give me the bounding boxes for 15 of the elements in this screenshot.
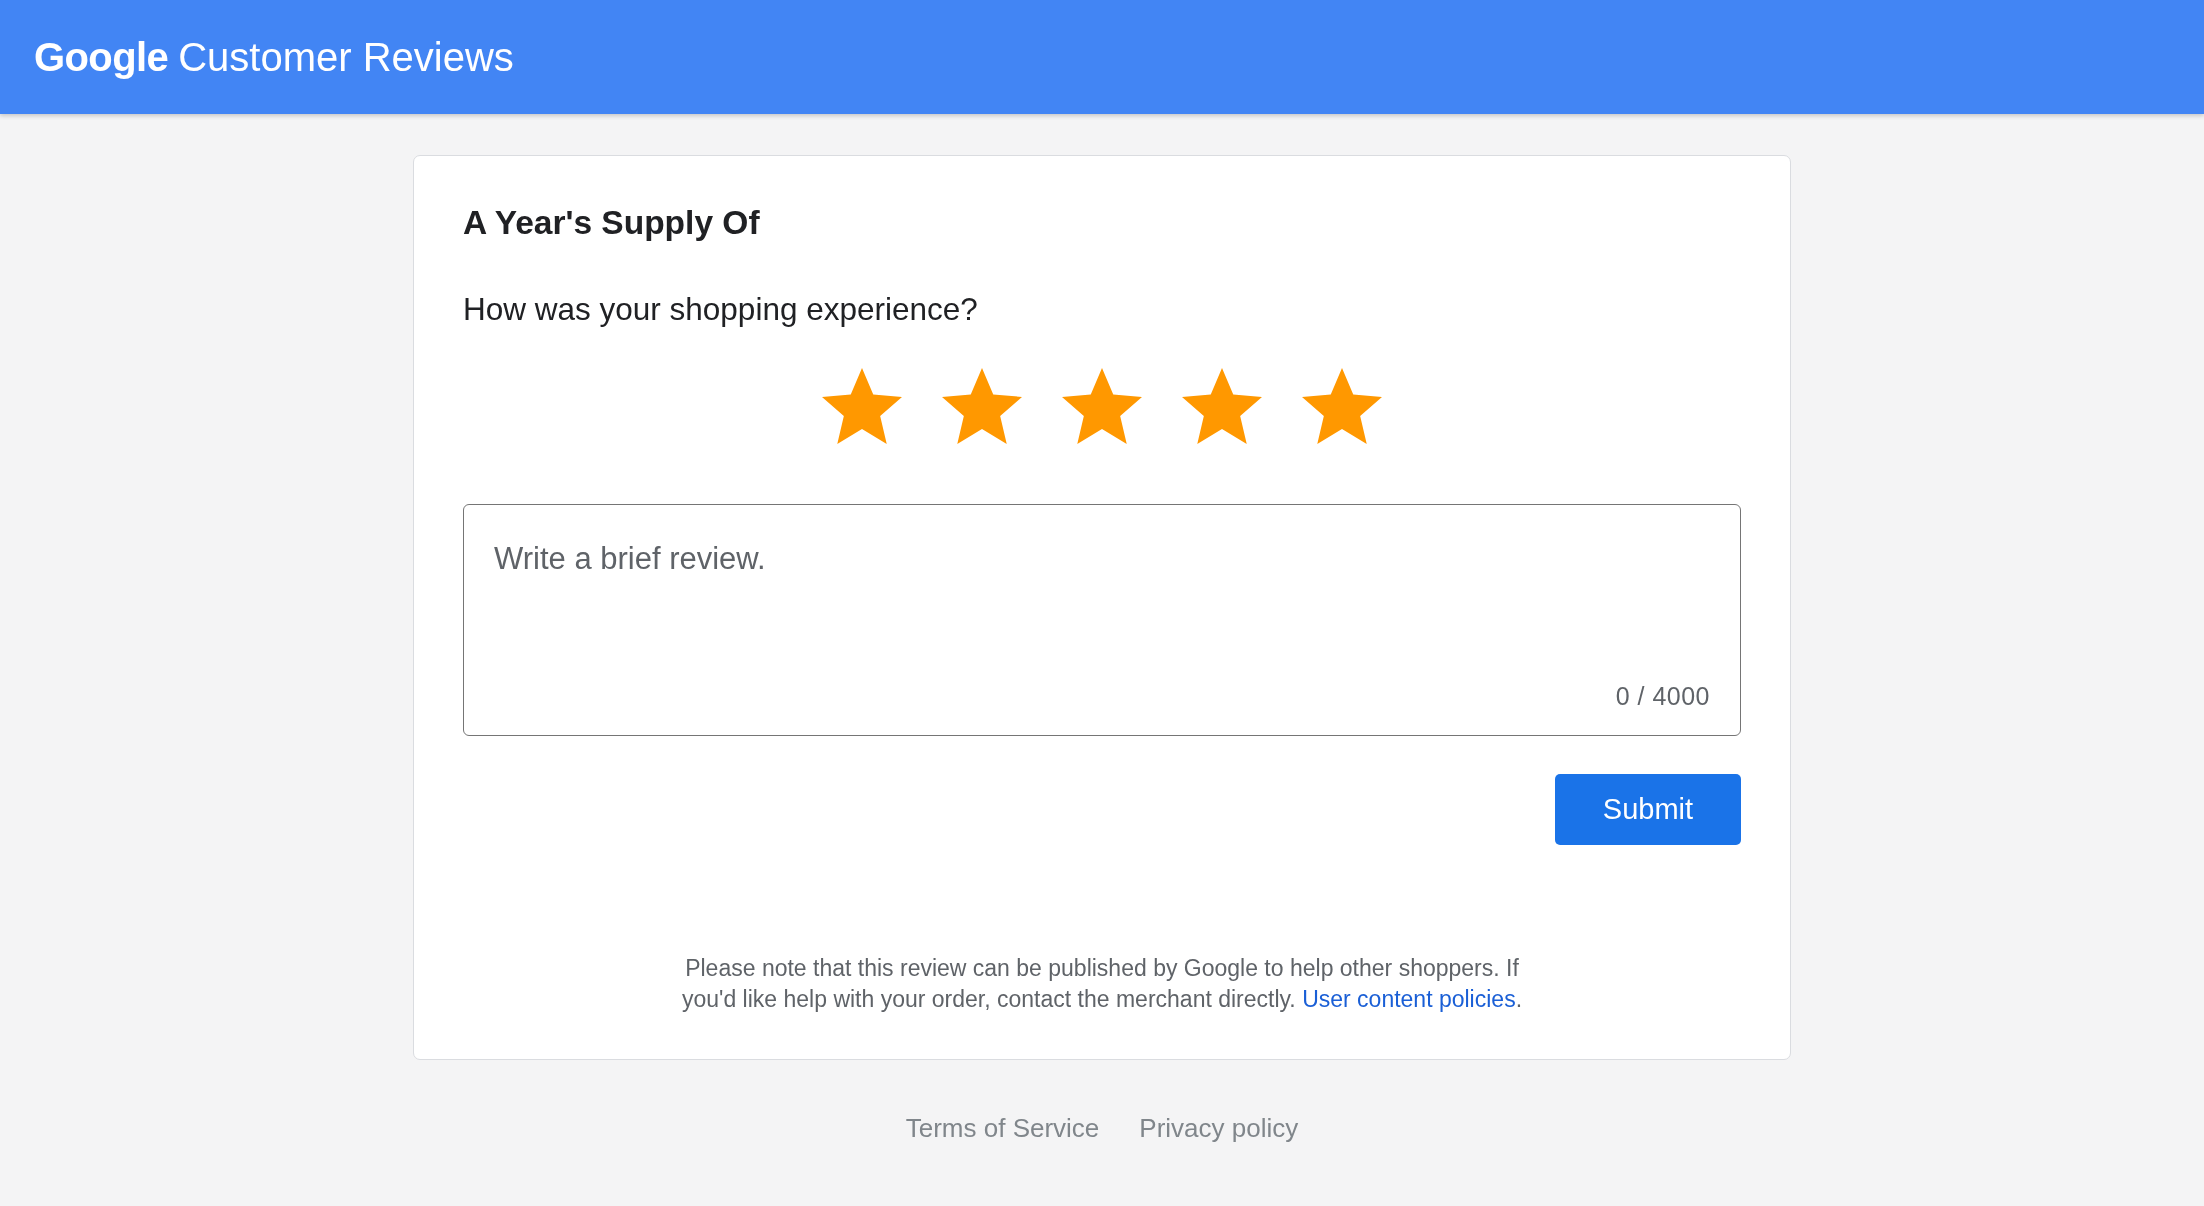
star-icon[interactable] bbox=[1302, 368, 1382, 444]
submit-button[interactable]: Submit bbox=[1555, 774, 1741, 845]
footer-link[interactable]: Terms of Service bbox=[905, 1112, 1100, 1144]
star-icon[interactable] bbox=[1062, 368, 1142, 444]
rating-question: How was your shopping experience? bbox=[463, 290, 978, 328]
star-icon[interactable] bbox=[822, 368, 902, 444]
character-counter: 0 / 4000 bbox=[1615, 681, 1710, 711]
footer-link[interactable]: Privacy policy bbox=[1139, 1112, 1299, 1144]
logo-wordmark: Google bbox=[34, 37, 169, 77]
policies-link[interactable]: User content policies bbox=[1302, 986, 1516, 1012]
publication-notice: Please note that this review can be published by Google to help other shoppers. If you'd like help with your order, contact the merchant directly. User content policies. bbox=[681, 954, 1523, 1014]
star-icon[interactable] bbox=[942, 368, 1022, 444]
app-title: Customer Reviews bbox=[178, 37, 514, 77]
product-title: A Year's Supply Of bbox=[463, 203, 760, 243]
star-icon[interactable] bbox=[1182, 368, 1262, 444]
